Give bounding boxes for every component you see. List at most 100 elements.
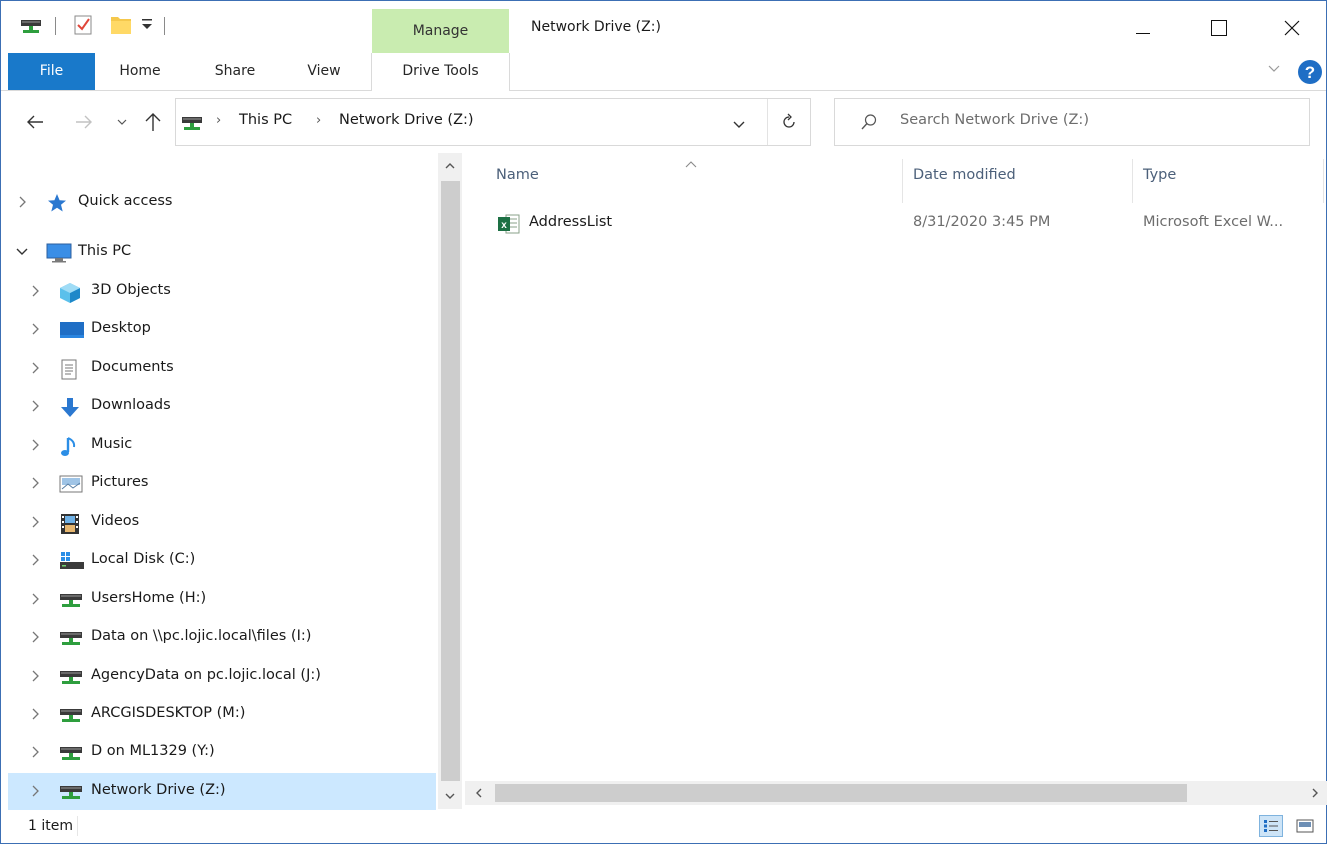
star-icon bbox=[46, 193, 68, 213]
sidebar-item-3d-objects[interactable]: 3D Objects bbox=[8, 273, 436, 310]
network-drive-icon[interactable] bbox=[20, 15, 42, 39]
status-bar: 1 item bbox=[1, 810, 1326, 843]
nav-vertical-scrollbar[interactable] bbox=[438, 153, 462, 809]
tab-drive-tools[interactable]: Drive Tools bbox=[371, 53, 510, 91]
file-name[interactable]: AddressList bbox=[529, 214, 612, 230]
network-drive-icon bbox=[59, 705, 82, 725]
download-arrow-icon bbox=[59, 397, 81, 417]
qat-separator bbox=[164, 17, 165, 35]
sidebar-item-data-on-pc-lojic-local-files-i[interactable]: Data on \\pc.lojic.local\files (I:) bbox=[8, 619, 436, 656]
tab-file[interactable]: File bbox=[8, 53, 95, 90]
chevron-right-icon[interactable] bbox=[28, 783, 42, 799]
column-divider[interactable] bbox=[1323, 159, 1324, 203]
back-button[interactable] bbox=[24, 111, 46, 133]
sidebar-item-documents[interactable]: Documents bbox=[8, 350, 436, 387]
breadcrumb-this-pc[interactable]: This PC bbox=[239, 112, 292, 128]
table-row[interactable]: x AddressList 8/31/2020 3:45 PM Microsof… bbox=[465, 203, 1321, 243]
scroll-up-icon[interactable] bbox=[444, 159, 456, 175]
chevron-right-icon[interactable] bbox=[28, 514, 42, 530]
tab-share[interactable]: Share bbox=[201, 53, 269, 90]
chevron-down-icon bbox=[733, 121, 745, 128]
sidebar-item-videos[interactable]: Videos bbox=[8, 504, 436, 541]
nav-scrollbar-thumb[interactable] bbox=[441, 181, 460, 781]
file-date-modified: 8/31/2020 3:45 PM bbox=[913, 214, 1051, 230]
sidebar-item-label: Desktop bbox=[91, 320, 151, 336]
horizontal-scrollbar[interactable] bbox=[465, 781, 1327, 805]
file-list[interactable]: Name Date modified Type x AddressList 8/… bbox=[465, 153, 1327, 809]
address-bar[interactable]: › This PC › Network Drive (Z:) bbox=[175, 98, 811, 146]
sidebar-item-quick-access[interactable]: Quick access bbox=[8, 184, 436, 221]
chevron-down-icon bbox=[117, 119, 127, 125]
sidebar-item-arcgisdesktop-m[interactable]: ARCGISDESKTOP (M:) bbox=[8, 696, 436, 733]
large-icons-view-button[interactable] bbox=[1293, 815, 1317, 837]
sidebar-item-pictures[interactable]: Pictures bbox=[8, 465, 436, 502]
sidebar-item-this-pc[interactable]: This PC bbox=[8, 234, 436, 271]
tab-home[interactable]: Home bbox=[107, 53, 173, 90]
help-glyph: ? bbox=[1305, 63, 1315, 82]
details-view-button[interactable] bbox=[1259, 815, 1283, 837]
up-arrow-icon bbox=[145, 113, 161, 131]
column-header-date-modified[interactable]: Date modified bbox=[913, 167, 1016, 183]
sidebar-item-music[interactable]: Music bbox=[8, 427, 436, 464]
close-icon bbox=[1284, 20, 1300, 36]
new-folder-icon[interactable] bbox=[110, 14, 132, 40]
close-button[interactable] bbox=[1269, 7, 1315, 49]
chevron-right-icon[interactable] bbox=[28, 321, 42, 337]
scroll-right-icon[interactable] bbox=[1310, 787, 1320, 803]
chevron-right-icon[interactable] bbox=[28, 398, 42, 414]
sidebar-item-label: Pictures bbox=[91, 474, 149, 490]
help-button[interactable]: ? bbox=[1297, 59, 1323, 89]
refresh-button[interactable] bbox=[780, 113, 798, 135]
recent-locations-button[interactable] bbox=[111, 111, 133, 133]
chevron-right-icon[interactable] bbox=[28, 283, 42, 299]
maximize-button[interactable] bbox=[1196, 7, 1242, 49]
sidebar-item-local-disk-c[interactable]: Local Disk (C:) bbox=[8, 542, 436, 579]
customize-qat-dropdown-icon[interactable] bbox=[141, 17, 153, 35]
chevron-right-icon[interactable] bbox=[28, 360, 42, 376]
chevron-down-icon[interactable] bbox=[15, 244, 29, 260]
sidebar-item-usershome-h[interactable]: UsersHome (H:) bbox=[8, 581, 436, 618]
horizontal-scrollbar-thumb[interactable] bbox=[495, 784, 1187, 802]
sidebar-item-label: Local Disk (C:) bbox=[91, 551, 196, 567]
tab-view[interactable]: View bbox=[293, 53, 355, 90]
expand-ribbon-chevron-icon[interactable] bbox=[1267, 61, 1281, 79]
column-divider[interactable] bbox=[1132, 159, 1133, 203]
chevron-right-icon[interactable] bbox=[28, 744, 42, 760]
navigation-pane[interactable]: Quick access This PC 3D Objects Desktop Docu… bbox=[1, 153, 462, 810]
sidebar-item-d-on-ml1329-y[interactable]: D on ML1329 (Y:) bbox=[8, 734, 436, 771]
sidebar-item-downloads[interactable]: Downloads bbox=[8, 388, 436, 425]
chevron-right-icon[interactable] bbox=[28, 591, 42, 607]
excel-icon: x bbox=[497, 213, 521, 239]
properties-check-icon[interactable] bbox=[73, 14, 93, 40]
file-type: Microsoft Excel W... bbox=[1143, 214, 1284, 230]
sidebar-item-desktop[interactable]: Desktop bbox=[8, 311, 436, 348]
computer-icon bbox=[46, 243, 72, 263]
up-button[interactable] bbox=[142, 111, 164, 133]
column-header-name[interactable]: Name bbox=[496, 167, 539, 183]
window-title: Network Drive (Z:) bbox=[531, 19, 661, 35]
minimize-button[interactable] bbox=[1120, 7, 1166, 49]
chevron-right-icon[interactable] bbox=[15, 194, 29, 210]
sidebar-item-agencydata-on-pc-lojic-local-j[interactable]: AgencyData on pc.lojic.local (J:) bbox=[8, 658, 436, 695]
sidebar-item-network-drive-z[interactable]: Network Drive (Z:) bbox=[8, 773, 436, 810]
sidebar-item-label: Network Drive (Z:) bbox=[91, 782, 226, 798]
chevron-right-icon[interactable] bbox=[28, 668, 42, 684]
chevron-right-icon[interactable] bbox=[28, 552, 42, 568]
scroll-left-icon[interactable] bbox=[474, 787, 484, 803]
forward-button[interactable] bbox=[73, 111, 95, 133]
chevron-right-icon[interactable] bbox=[28, 475, 42, 491]
network-drive-icon bbox=[59, 743, 82, 763]
scroll-down-icon[interactable] bbox=[444, 789, 456, 805]
column-header-type[interactable]: Type bbox=[1143, 167, 1176, 183]
breadcrumb-separator-icon[interactable]: › bbox=[216, 113, 221, 128]
breadcrumb-network-drive[interactable]: Network Drive (Z:) bbox=[339, 112, 474, 128]
chevron-right-icon[interactable] bbox=[28, 706, 42, 722]
chevron-right-icon[interactable] bbox=[28, 437, 42, 453]
chevron-right-icon[interactable] bbox=[28, 629, 42, 645]
breadcrumb-separator-icon[interactable]: › bbox=[316, 113, 321, 128]
address-history-dropdown[interactable] bbox=[732, 118, 746, 134]
address-divider bbox=[767, 99, 768, 145]
search-input[interactable]: Search Network Drive (Z:) bbox=[834, 98, 1310, 146]
film-icon bbox=[59, 513, 81, 534]
column-divider[interactable] bbox=[902, 159, 903, 203]
